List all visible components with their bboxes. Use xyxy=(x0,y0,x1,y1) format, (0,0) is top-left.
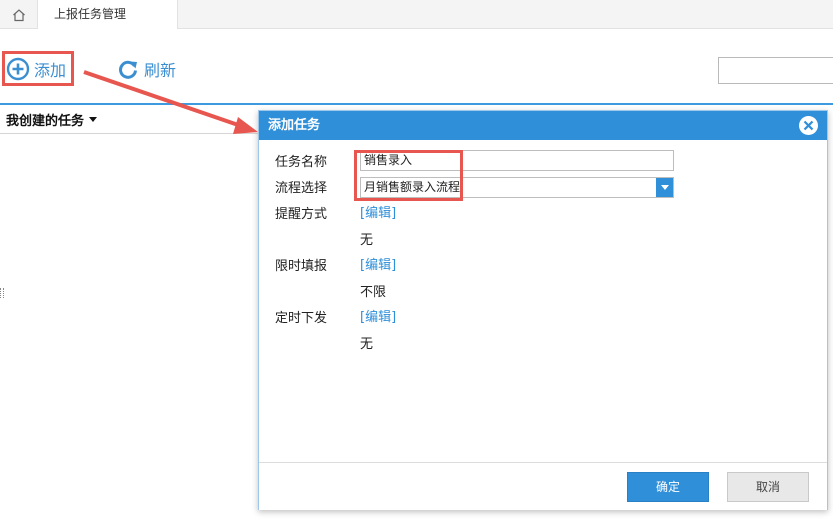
task-name-label: 任务名称 xyxy=(275,155,328,170)
search-input[interactable] xyxy=(718,57,833,84)
dialog-close-button[interactable] xyxy=(799,116,818,135)
add-task-dialog: 添加任务 任务名称 销售录入 流程选择 月销售额录入流程 提醒方式 [编辑] 无… xyxy=(258,110,828,510)
reminder-label: 提醒方式 xyxy=(275,207,328,222)
tab-report-task-management[interactable]: 上报任务管理 xyxy=(38,0,178,29)
toolbar-divider xyxy=(0,103,833,105)
dialog-footer: 确定 取消 xyxy=(259,462,827,510)
refresh-button[interactable]: 刷新 xyxy=(116,56,176,82)
tab-bar: 上报任务管理 xyxy=(0,0,833,29)
cancel-button[interactable]: 取消 xyxy=(727,472,809,502)
refresh-icon xyxy=(119,60,137,79)
reminder-edit-link[interactable]: [编辑] xyxy=(360,202,396,221)
deadline-label: 限时填报 xyxy=(275,259,328,274)
process-label: 流程选择 xyxy=(275,181,328,196)
resize-handle[interactable] xyxy=(0,288,4,298)
dialog-title: 添加任务 xyxy=(268,118,321,133)
dialog-body: 任务名称 销售录入 流程选择 月销售额录入流程 提醒方式 [编辑] 无 限时填报… xyxy=(259,140,827,462)
schedule-edit-link[interactable]: [编辑] xyxy=(360,306,396,325)
confirm-button[interactable]: 确定 xyxy=(627,472,709,502)
reminder-value: 无 xyxy=(360,233,374,248)
my-tasks-label: 我创建的任务 xyxy=(6,114,85,129)
caret-down-icon xyxy=(89,117,98,122)
dialog-title-bar: 添加任务 xyxy=(259,111,827,140)
schedule-value: 无 xyxy=(360,337,374,352)
refresh-button-label: 刷新 xyxy=(144,61,177,80)
dropdown-arrow-icon[interactable] xyxy=(656,178,673,197)
home-icon xyxy=(12,8,25,21)
deadline-edit-link[interactable]: [编辑] xyxy=(360,254,396,273)
tab-label: 上报任务管理 xyxy=(54,7,127,21)
my-tasks-filter[interactable]: 我创建的任务 xyxy=(6,110,98,129)
list-header-divider xyxy=(0,133,258,134)
home-button[interactable] xyxy=(0,0,38,29)
schedule-label: 定时下发 xyxy=(275,311,328,326)
deadline-value: 不限 xyxy=(360,285,387,300)
form-highlight xyxy=(354,150,463,201)
close-icon xyxy=(803,120,814,131)
page: 上报任务管理 添加 刷新 我创建的任务 添加任务 任务名称 销售录入 流程选择 … xyxy=(0,0,833,519)
add-button-highlight xyxy=(2,51,74,86)
